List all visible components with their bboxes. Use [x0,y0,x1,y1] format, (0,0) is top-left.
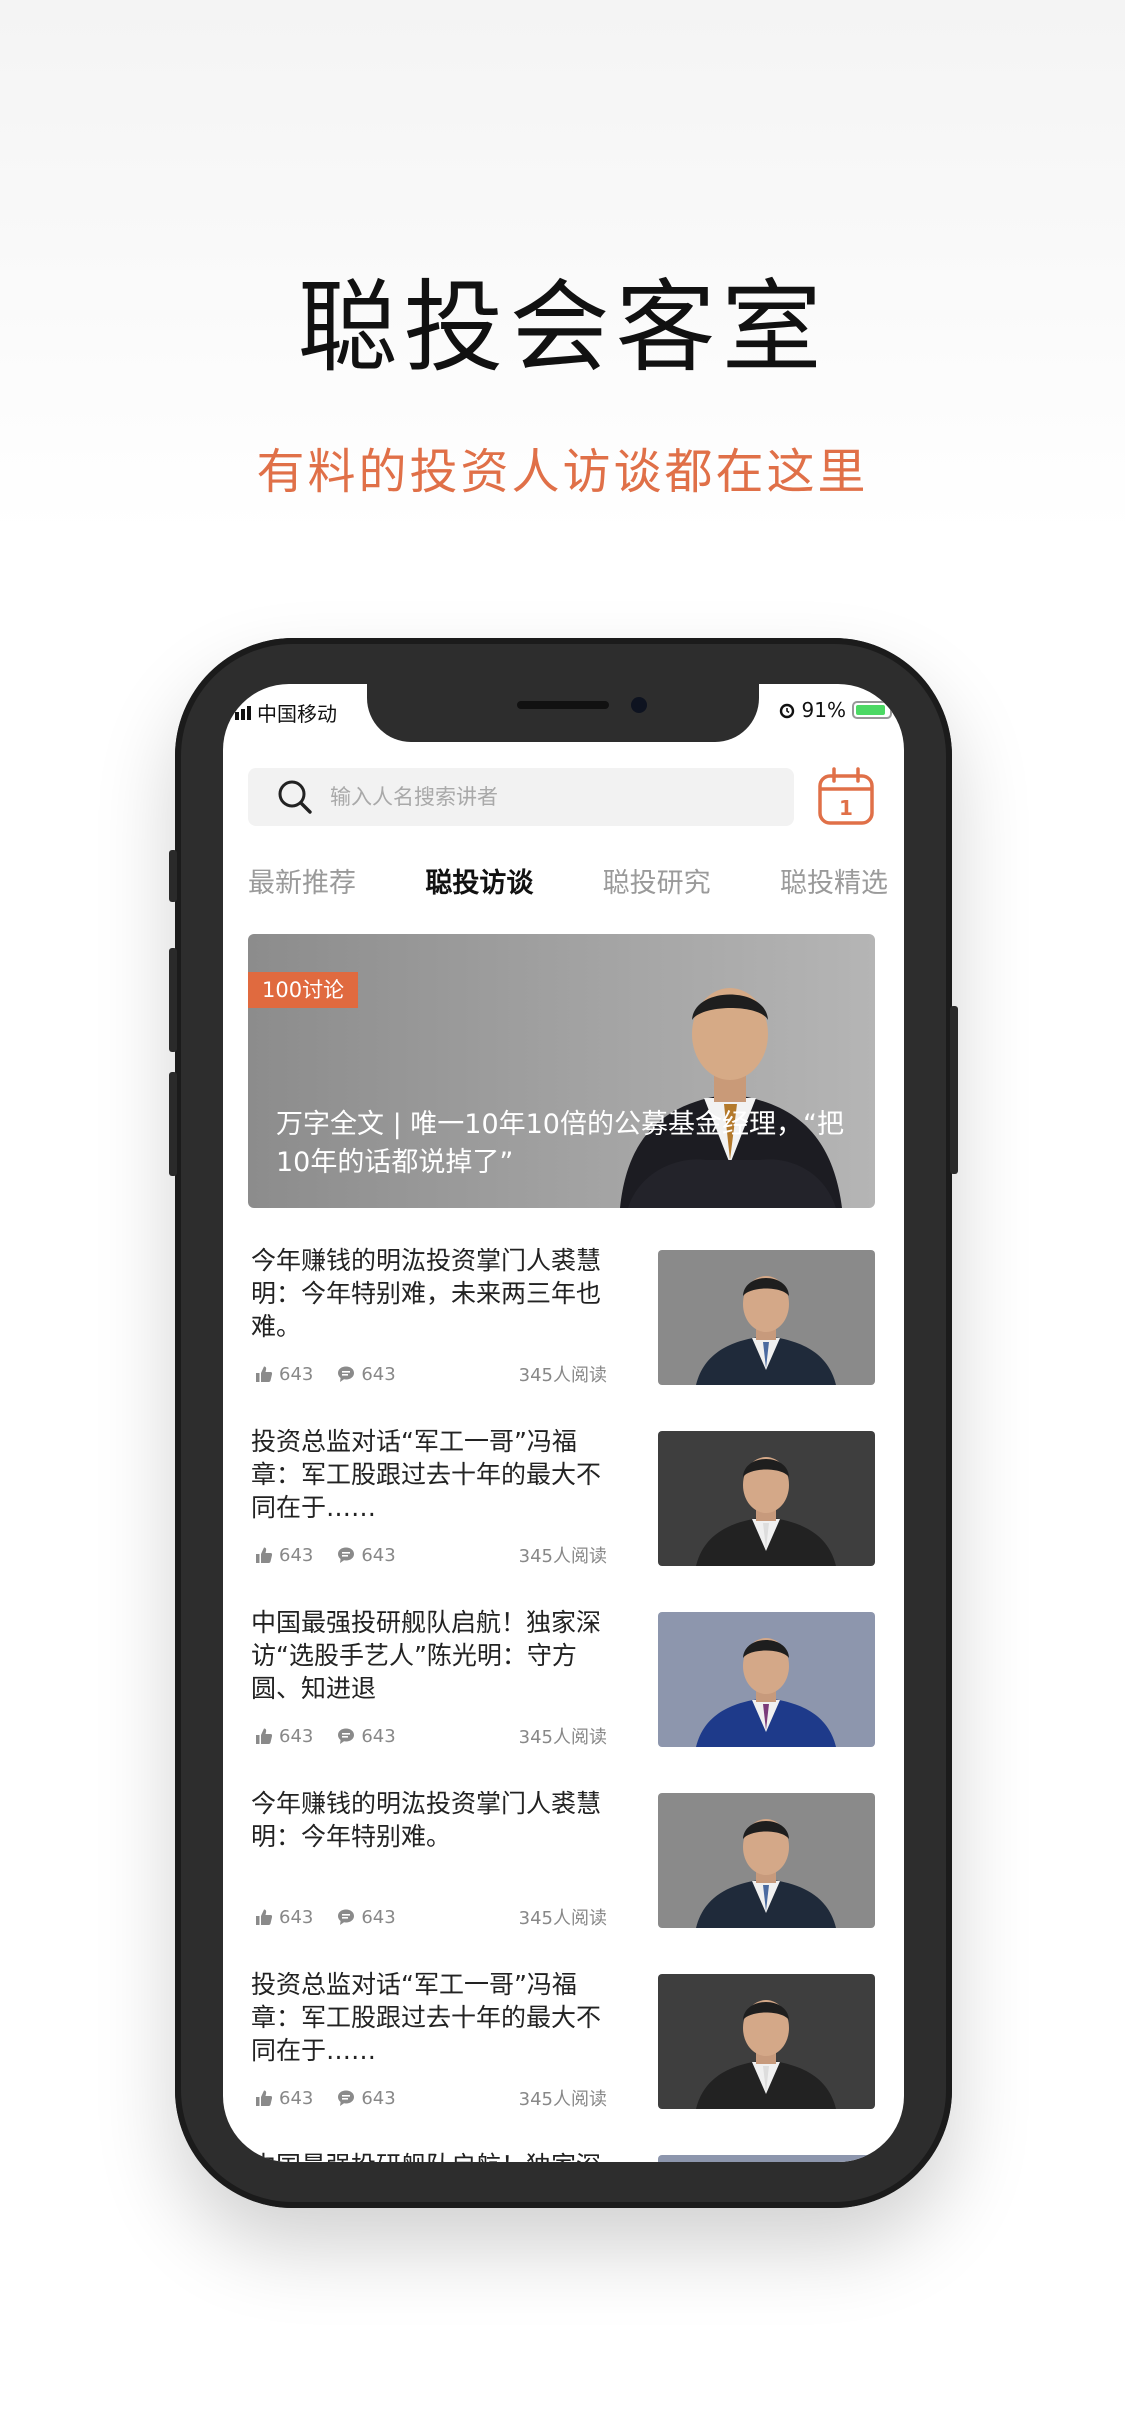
article-item[interactable]: 今年赚钱的明汯投资掌门人裘慧明：今年特别难，未来两三年也难。 643 643 345人… [248,1246,875,1431]
status-right: 91% [778,698,895,722]
banner-title: 万字全文 | 唯一10年10倍的公募基金经理，“把10年的话都说掉了” [276,1109,844,1178]
read-count: 345人阅读 [518,1365,607,1386]
volume-down-button [169,1072,177,1176]
search-icon [278,780,312,814]
read-count: 345人阅读 [518,1908,607,1929]
tab-research[interactable]: 聪投研究 [603,861,711,900]
like-count: 643 [279,1725,314,1747]
portrait-image [658,1612,875,1747]
app-screen: 中国移动 91% 输入人名搜索讲者 1 最新推荐 聪投访谈 聪投研究 聪投精选 … [223,684,904,2162]
like-icon[interactable] [255,1365,273,1383]
comment-count: 643 [361,1725,396,1747]
article-thumbnail [658,2155,875,2162]
article-thumbnail [658,1431,875,1566]
comment-count: 643 [361,1544,396,1566]
article-title: 投资总监对话“军工一哥”冯福章：军工股跟过去十年的最大不同在于…… [251,1970,602,2065]
portrait-image [658,1793,875,1928]
comment-icon[interactable] [337,1727,355,1745]
alarm-icon [779,703,794,719]
article-meta: 643 643 345人阅读 [255,1905,607,1929]
search-bar[interactable] [248,768,794,826]
phone-frame: 中国移动 91% 输入人名搜索讲者 1 最新推荐 聪投访谈 聪投研究 聪投精选 … [169,638,958,2208]
article-item[interactable]: 投资总监对话“军工一哥”冯福章：军工股跟过去十年的最大不同在于…… 643 643 3… [248,1970,875,2155]
like-count: 643 [279,2087,314,2109]
like-icon[interactable] [255,1546,273,1564]
article-meta: 643 643 345人阅读 [255,1543,607,1567]
tab-featured[interactable]: 聪投精选 [780,861,888,900]
comment-count: 643 [361,1906,396,1928]
mute-switch [169,850,177,902]
hero-title: 聪投会客室 [297,269,828,386]
like-count: 643 [279,1363,314,1385]
like-count: 643 [279,1544,314,1566]
article-meta: 643 643 345人阅读 [255,1362,607,1386]
article-thumbnail [658,1612,875,1747]
speaker [517,701,609,709]
article-title: 今年赚钱的明汯投资掌门人裘慧明：今年特别难。 [251,1789,602,1851]
portrait-image [658,1431,875,1566]
featured-banner[interactable]: 100讨论 万字全文 | 唯一10年10倍的公募基金经理，“把10年的话都说掉了… [248,934,875,1208]
article-thumbnail [658,1250,875,1385]
article-thumbnail [658,1974,875,2109]
tab-latest[interactable]: 最新推荐 [248,861,356,900]
signal-icon [235,705,251,720]
tab-interviews[interactable]: 聪投访谈 [425,861,533,900]
like-count: 643 [279,1906,314,1928]
article-thumbnail [658,1793,875,1928]
battery-cap [892,707,895,713]
carrier-label: 中国移动 [257,702,337,726]
article-item[interactable]: 投资总监对话“军工一哥”冯福章：军工股跟过去十年的最大不同在于…… 643 643 3… [248,1427,875,1612]
comment-icon[interactable] [337,1908,355,1926]
comment-count: 643 [361,1363,396,1385]
read-count: 345人阅读 [518,1727,607,1748]
search-input[interactable] [328,784,752,810]
portrait-image [658,1974,875,2109]
comment-icon[interactable] [337,2089,355,2107]
comment-count: 643 [361,2087,396,2109]
notch [367,684,759,742]
article-title: 中国最强投研舰队启航！独家深访“选股手艺人”陈光明：守方圆、知进退 [251,2149,611,2162]
calendar-icon: 1 [818,767,874,825]
article-item[interactable]: 今年赚钱的明汯投资掌门人裘慧明：今年特别难。 643 643 345人阅读 [248,1789,875,1974]
article-list: 今年赚钱的明汯投资掌门人裘慧明：今年特别难，未来两三年也难。 643 643 345人… [248,1246,875,2162]
discussion-badge: 100讨论 [248,972,359,1008]
article-title: 今年赚钱的明汯投资掌门人裘慧明：今年特别难，未来两三年也难。 [251,1246,602,1341]
calendar-button[interactable]: 1 [817,766,875,826]
battery-icon [852,701,895,719]
article-meta: 643 643 345人阅读 [255,2086,607,2110]
front-camera [631,697,647,713]
category-tabs: 最新推荐 聪投访谈 聪投研究 聪投精选 [248,860,888,900]
portrait-image [658,1250,875,1385]
like-icon[interactable] [255,2089,273,2107]
battery-percent: 91% [801,698,846,722]
hero-subtitle: 有料的投资人访谈都在这里 [256,444,869,500]
article-item[interactable]: 中国最强投研舰队启航！独家深访“选股手艺人”陈光明：守方圆、知进退6436433… [248,2151,875,2162]
article-item[interactable]: 中国最强投研舰队启航！独家深访“选股手艺人”陈光明：守方圆、知进退 643 643 3… [248,1608,875,1793]
battery-level [856,705,885,715]
volume-up-button [169,948,177,1052]
status-left: 中国移动 [235,698,337,727]
comment-icon[interactable] [337,1546,355,1564]
like-icon[interactable] [255,1908,273,1926]
read-count: 345人阅读 [518,1546,607,1567]
power-button [950,1006,958,1174]
like-icon[interactable] [255,1727,273,1745]
portrait-image [658,2155,875,2162]
comment-icon[interactable] [337,1365,355,1383]
article-meta: 643 643 345人阅读 [255,1724,607,1748]
read-count: 345人阅读 [518,2089,607,2110]
article-title: 投资总监对话“军工一哥”冯福章：军工股跟过去十年的最大不同在于…… [251,1427,602,1522]
calendar-day: 1 [839,796,853,820]
article-title: 中国最强投研舰队启航！独家深访“选股手艺人”陈光明：守方圆、知进退 [251,1608,602,1703]
